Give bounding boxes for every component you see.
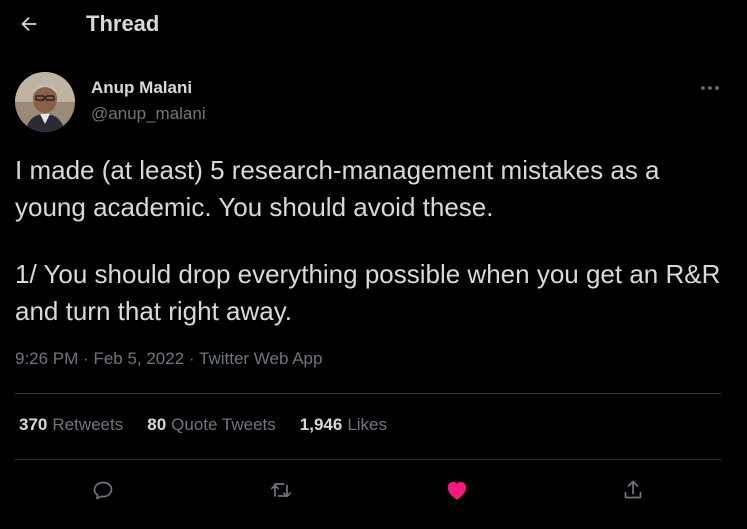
likes-count: 1,946	[299, 415, 343, 434]
share-button[interactable]	[615, 472, 651, 508]
tweet-paragraph: 1/ You should drop everything possible w…	[15, 259, 721, 326]
quote-tweets-stat[interactable]: 80 Quote Tweets	[147, 415, 276, 435]
more-button[interactable]	[696, 76, 724, 100]
header-bar: Thread	[0, 0, 747, 50]
divider	[15, 459, 721, 460]
thread-page: Thread Anup Malani @anup_malani I made (…	[0, 0, 747, 529]
quote-tweets-count: 80	[147, 415, 167, 434]
retweets-label: Retweets	[52, 415, 124, 434]
tweet-time[interactable]: 9:26 PM	[15, 349, 78, 368]
tweet-stats: 370 Retweets 80 Quote Tweets 1,946 Likes	[19, 415, 387, 435]
page-title: Thread	[86, 11, 160, 36]
back-button[interactable]	[14, 9, 44, 39]
divider	[15, 393, 721, 394]
more-horizontal-icon	[701, 86, 719, 90]
heart-filled-icon	[447, 481, 467, 500]
likes-label: Likes	[347, 415, 387, 434]
author-handle[interactable]: @anup_malani	[91, 104, 206, 124]
reply-icon	[93, 481, 113, 500]
retweet-button[interactable]	[263, 472, 299, 508]
author-name[interactable]: Anup Malani	[91, 78, 192, 98]
reply-button[interactable]	[85, 472, 121, 508]
avatar[interactable]	[15, 72, 75, 132]
tweet-actions	[0, 472, 747, 508]
like-button[interactable]	[439, 472, 475, 508]
meta-separator: ·	[83, 349, 94, 368]
tweet-date[interactable]: Feb 5, 2022	[93, 349, 184, 368]
arrow-left-icon	[21, 16, 37, 32]
retweet-icon	[270, 483, 292, 498]
share-icon	[624, 480, 642, 499]
meta-separator: ·	[188, 349, 199, 368]
retweets-count: 370	[19, 415, 48, 434]
tweet-text: I made (at least) 5 research-management …	[15, 152, 735, 330]
retweets-stat[interactable]: 370 Retweets	[19, 415, 123, 435]
quote-tweets-label: Quote Tweets	[171, 415, 276, 434]
likes-stat[interactable]: 1,946 Likes	[300, 415, 387, 435]
tweet-meta: 9:26 PM · Feb 5, 2022 · Twitter Web App	[15, 349, 322, 369]
tweet-paragraph: I made (at least) 5 research-management …	[15, 155, 660, 222]
avatar-image	[15, 72, 75, 132]
tweet-source[interactable]: Twitter Web App	[199, 349, 322, 368]
